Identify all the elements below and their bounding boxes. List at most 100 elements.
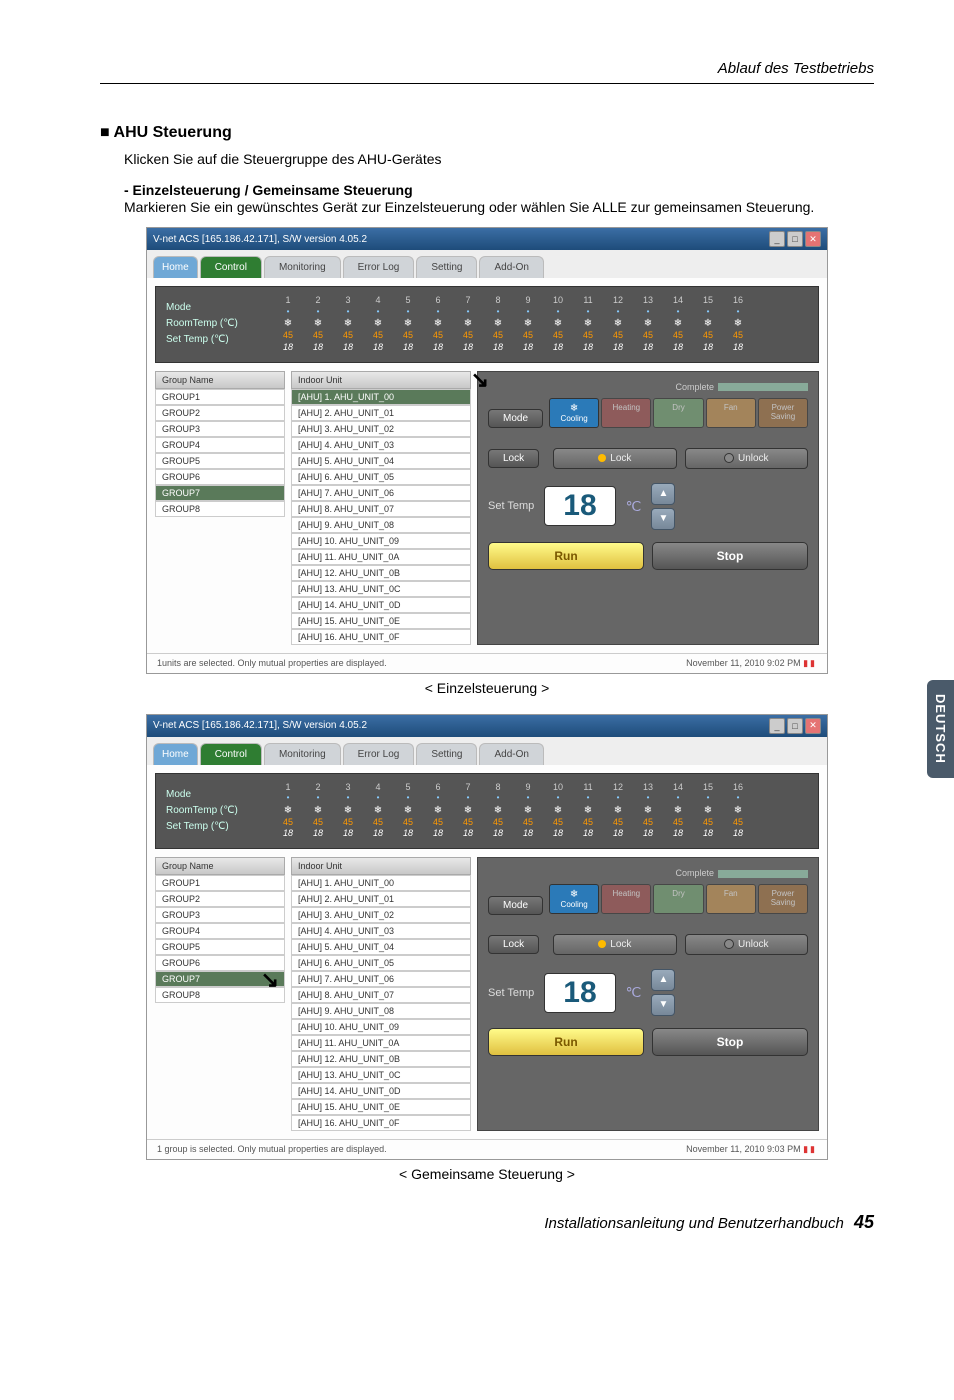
unit-row[interactable]: [AHU] 11. AHU_UNIT_0A xyxy=(291,1035,471,1051)
group-row[interactable]: GROUP3 xyxy=(155,907,285,923)
group-row[interactable]: GROUP4 xyxy=(155,437,285,453)
screenshot-group: V-net ACS [165.186.42.171], S/W version … xyxy=(146,714,828,1160)
tab-addon[interactable]: Add-On xyxy=(479,256,543,278)
group-row[interactable]: GROUP1 xyxy=(155,875,285,891)
unit-row[interactable]: [AHU] 4. AHU_UNIT_03 xyxy=(291,923,471,939)
mode-dry-button[interactable]: Dry xyxy=(653,398,703,428)
unlock-button[interactable]: Unlock xyxy=(685,448,808,469)
group-row[interactable]: GROUP2 xyxy=(155,405,285,421)
unit-row[interactable]: [AHU] 1. AHU_UNIT_00 xyxy=(291,875,471,891)
group-row[interactable]: GROUP1 xyxy=(155,389,285,405)
unit-row[interactable]: [AHU] 16. AHU_UNIT_0F xyxy=(291,629,471,645)
tab-home[interactable]: Home xyxy=(153,743,198,765)
section-intro: Klicken Sie auf die Steuergruppe des AHU… xyxy=(124,150,874,170)
group-row[interactable]: GROUP5 xyxy=(155,453,285,469)
tab-monitoring[interactable]: Monitoring xyxy=(264,743,341,765)
overview-col: 14•❄4518 xyxy=(666,782,690,840)
mode-heating-button[interactable]: Heating xyxy=(601,884,651,914)
unit-row[interactable]: [AHU] 10. AHU_UNIT_09 xyxy=(291,533,471,549)
unit-row[interactable]: [AHU] 4. AHU_UNIT_03 xyxy=(291,437,471,453)
maximize-button[interactable]: □ xyxy=(787,231,803,247)
degree-label: ℃ xyxy=(626,984,642,1001)
temp-up-button[interactable]: ▲ xyxy=(651,969,675,991)
unit-row[interactable]: [AHU] 10. AHU_UNIT_09 xyxy=(291,1019,471,1035)
mode-power-saving-button[interactable]: Power Saving xyxy=(758,884,808,914)
overview-col: 2•❄4518 xyxy=(306,782,330,840)
group-row[interactable]: GROUP8 xyxy=(155,501,285,517)
group-header: Group Name xyxy=(155,857,285,875)
unit-row[interactable]: [AHU] 14. AHU_UNIT_0D xyxy=(291,597,471,613)
mode-heating-button[interactable]: Heating xyxy=(601,398,651,428)
overview-col: 7•❄4518 xyxy=(456,782,480,840)
mode-fan-button[interactable]: Fan xyxy=(706,398,756,428)
unit-row[interactable]: [AHU] 13. AHU_UNIT_0C xyxy=(291,581,471,597)
ov-label-set: Set Temp (℃) xyxy=(166,819,276,835)
ov-label-set: Set Temp (℃) xyxy=(166,332,276,348)
group-row[interactable]: GROUP3 xyxy=(155,421,285,437)
mode-dry-button[interactable]: Dry xyxy=(653,884,703,914)
unit-row[interactable]: [AHU] 7. AHU_UNIT_06 xyxy=(291,485,471,501)
unit-row[interactable]: [AHU] 8. AHU_UNIT_07 xyxy=(291,501,471,517)
unit-row[interactable]: [AHU] 14. AHU_UNIT_0D xyxy=(291,1083,471,1099)
unit-row[interactable]: [AHU] 13. AHU_UNIT_0C xyxy=(291,1067,471,1083)
unit-row[interactable]: [AHU] 15. AHU_UNIT_0E xyxy=(291,613,471,629)
tab-errorlog[interactable]: Error Log xyxy=(343,256,415,278)
unit-row[interactable]: [AHU] 5. AHU_UNIT_04 xyxy=(291,453,471,469)
maximize-button[interactable]: □ xyxy=(787,718,803,734)
lock-button[interactable]: Lock xyxy=(553,934,676,955)
arrow-marker-icon: ↘ xyxy=(261,967,279,993)
mode-cooling-button[interactable]: ❄Cooling xyxy=(549,398,599,428)
temp-up-button[interactable]: ▲ xyxy=(651,483,675,505)
unit-row[interactable]: [AHU] 3. AHU_UNIT_02 xyxy=(291,907,471,923)
group-row[interactable]: GROUP7 xyxy=(155,485,285,501)
caption-single: < Einzelsteuerung > xyxy=(100,680,874,696)
tab-home[interactable]: Home xyxy=(153,256,198,278)
unit-row[interactable]: [AHU] 2. AHU_UNIT_01 xyxy=(291,405,471,421)
mode-power-saving-button[interactable]: Power Saving xyxy=(758,398,808,428)
run-button[interactable]: Run xyxy=(488,1028,644,1056)
unit-row[interactable]: [AHU] 1. AHU_UNIT_00 xyxy=(291,389,471,405)
tab-monitoring[interactable]: Monitoring xyxy=(264,256,341,278)
close-button[interactable]: ✕ xyxy=(805,718,821,734)
mode-fan-button[interactable]: Fan xyxy=(706,884,756,914)
mode-cooling-button[interactable]: ❄Cooling xyxy=(549,884,599,914)
group-row[interactable]: GROUP4 xyxy=(155,923,285,939)
tab-bar: Home Control Monitoring Error Log Settin… xyxy=(147,250,827,278)
unlock-button[interactable]: Unlock xyxy=(685,934,808,955)
tab-errorlog[interactable]: Error Log xyxy=(343,743,415,765)
close-button[interactable]: ✕ xyxy=(805,231,821,247)
lock-button[interactable]: Lock xyxy=(553,448,676,469)
tab-addon[interactable]: Add-On xyxy=(479,743,543,765)
unit-row[interactable]: [AHU] 5. AHU_UNIT_04 xyxy=(291,939,471,955)
unit-row[interactable]: [AHU] 8. AHU_UNIT_07 xyxy=(291,987,471,1003)
temp-down-button[interactable]: ▼ xyxy=(651,508,675,530)
unit-row[interactable]: [AHU] 2. AHU_UNIT_01 xyxy=(291,891,471,907)
unit-row[interactable]: [AHU] 6. AHU_UNIT_05 xyxy=(291,955,471,971)
run-button[interactable]: Run xyxy=(488,542,644,570)
tab-control[interactable]: Control xyxy=(200,743,262,765)
stop-button[interactable]: Stop xyxy=(652,1028,808,1056)
unit-row[interactable]: [AHU] 9. AHU_UNIT_08 xyxy=(291,1003,471,1019)
unit-row[interactable]: [AHU] 3. AHU_UNIT_02 xyxy=(291,421,471,437)
unit-row[interactable]: [AHU] 7. AHU_UNIT_06 xyxy=(291,971,471,987)
group-row[interactable]: GROUP6 xyxy=(155,469,285,485)
status-icons: ▮▮ xyxy=(803,1144,817,1154)
group-row[interactable]: GROUP2 xyxy=(155,891,285,907)
minimize-button[interactable]: _ xyxy=(769,718,785,734)
radio-on-icon xyxy=(598,940,606,948)
unit-row[interactable]: [AHU] 16. AHU_UNIT_0F xyxy=(291,1115,471,1131)
tab-setting[interactable]: Setting xyxy=(416,256,477,278)
mode-label: Mode xyxy=(488,896,543,915)
temp-down-button[interactable]: ▼ xyxy=(651,994,675,1016)
tab-control[interactable]: Control xyxy=(200,256,262,278)
unit-row[interactable]: [AHU] 12. AHU_UNIT_0B xyxy=(291,565,471,581)
minimize-button[interactable]: _ xyxy=(769,231,785,247)
unit-row[interactable]: [AHU] 11. AHU_UNIT_0A xyxy=(291,549,471,565)
unit-row[interactable]: [AHU] 15. AHU_UNIT_0E xyxy=(291,1099,471,1115)
unit-row[interactable]: [AHU] 6. AHU_UNIT_05 xyxy=(291,469,471,485)
stop-button[interactable]: Stop xyxy=(652,542,808,570)
group-row[interactable]: GROUP5 xyxy=(155,939,285,955)
unit-row[interactable]: [AHU] 12. AHU_UNIT_0B xyxy=(291,1051,471,1067)
tab-setting[interactable]: Setting xyxy=(416,743,477,765)
unit-row[interactable]: [AHU] 9. AHU_UNIT_08 xyxy=(291,517,471,533)
